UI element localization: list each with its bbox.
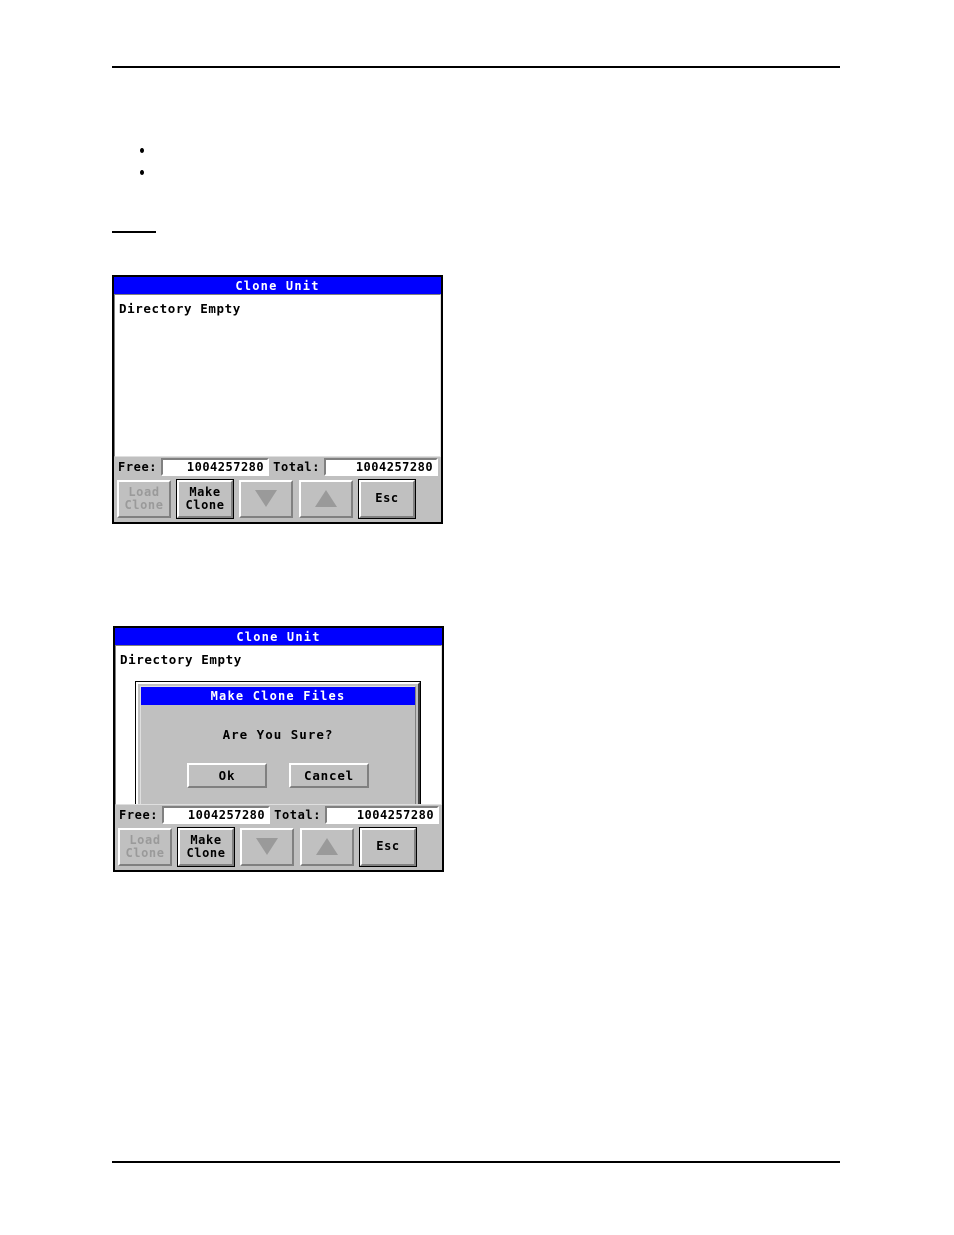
triangle-up-icon — [315, 490, 337, 507]
triangle-down-icon — [256, 838, 278, 855]
dialog-titlebar: Make Clone Files — [141, 687, 415, 705]
window-button-bar: Load Clone Make Clone Esc — [114, 477, 441, 521]
cancel-label: Cancel — [304, 768, 354, 783]
make-clone-label-line1: Make — [190, 832, 222, 847]
section-underline-rule — [112, 231, 156, 233]
list-item — [112, 140, 812, 162]
make-clone-label-line2: Clone — [186, 845, 226, 860]
list-empty-message: Directory Empty — [120, 652, 242, 667]
bullet-icon — [140, 170, 144, 175]
page-header-rule — [112, 66, 840, 68]
ok-button[interactable]: Ok — [187, 763, 267, 788]
ok-label: Ok — [218, 768, 236, 783]
free-label: Free: — [118, 460, 158, 474]
dialog-inner-frame: Make Clone Files Are You Sure? Ok Cancel — [140, 686, 416, 804]
total-value-field: 1004257280 — [324, 458, 439, 476]
free-value-field: 1004257280 — [161, 458, 270, 476]
dialog-title: Make Clone Files — [210, 689, 346, 703]
make-clone-button[interactable]: Make Clone — [176, 478, 234, 519]
make-clone-label-line2: Clone — [185, 497, 225, 512]
load-clone-label-line1: Load — [129, 832, 161, 847]
window-titlebar: Clone Unit — [114, 277, 441, 294]
bullet-list — [112, 140, 812, 184]
dialog-button-row: Ok Cancel — [141, 763, 415, 788]
storage-status-bar: Free: 1004257280 Total: 1004257280 — [115, 805, 442, 825]
window-button-bar: Load Clone Make Clone Esc — [115, 825, 442, 869]
clone-file-list[interactable]: Directory Empty — [114, 294, 441, 457]
load-clone-button: Load Clone — [117, 479, 171, 518]
triangle-down-icon — [255, 490, 277, 507]
load-clone-label-line2: Clone — [124, 497, 164, 512]
esc-button[interactable]: Esc — [359, 826, 417, 867]
cancel-button[interactable]: Cancel — [289, 763, 369, 788]
make-clone-button[interactable]: Make Clone — [177, 826, 235, 867]
total-value-field: 1004257280 — [325, 806, 440, 824]
scroll-up-button[interactable] — [300, 827, 354, 866]
scroll-up-button[interactable] — [299, 479, 353, 518]
list-empty-message: Directory Empty — [119, 301, 241, 316]
storage-status-bar: Free: 1004257280 Total: 1004257280 — [114, 457, 441, 477]
scroll-down-button[interactable] — [240, 827, 294, 866]
load-clone-label-line2: Clone — [125, 845, 165, 860]
clone-unit-window-with-dialog: Clone Unit Directory Empty Make Clone Fi… — [113, 626, 444, 872]
window-titlebar: Clone Unit — [115, 628, 442, 645]
scroll-down-button[interactable] — [239, 479, 293, 518]
total-label: Total: — [273, 460, 321, 474]
window-title: Clone Unit — [236, 629, 321, 644]
load-clone-button: Load Clone — [118, 827, 172, 866]
load-clone-label-line1: Load — [128, 484, 160, 499]
dialog-message: Are You Sure? — [222, 727, 334, 742]
list-item — [112, 162, 812, 184]
make-clone-files-dialog: Make Clone Files Are You Sure? Ok Cancel — [136, 682, 420, 804]
esc-label: Esc — [375, 491, 399, 505]
free-value-field: 1004257280 — [162, 806, 271, 824]
triangle-up-icon — [316, 838, 338, 855]
clone-unit-window: Clone Unit Directory Empty Free: 1004257… — [112, 275, 443, 524]
total-label: Total: — [274, 808, 322, 822]
bullet-icon — [140, 148, 144, 153]
page-footer-rule — [112, 1161, 840, 1163]
make-clone-label-line1: Make — [189, 484, 221, 499]
esc-label: Esc — [376, 839, 400, 853]
window-title: Clone Unit — [235, 278, 320, 293]
free-label: Free: — [119, 808, 159, 822]
esc-button[interactable]: Esc — [358, 478, 416, 519]
clone-file-list[interactable]: Directory Empty Make Clone Files Are You… — [115, 645, 442, 805]
